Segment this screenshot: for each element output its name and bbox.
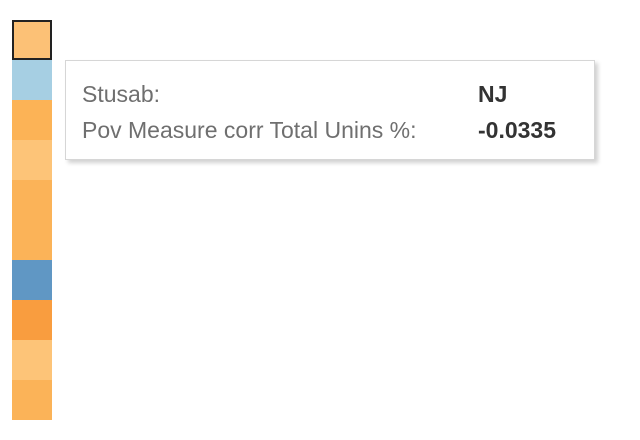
heatmap-cell[interactable] xyxy=(12,140,52,180)
heatmap-cell[interactable] xyxy=(12,380,52,420)
tooltip-label-stusab: Stusab: xyxy=(82,81,160,107)
heatmap-cell[interactable] xyxy=(12,20,52,60)
tooltip-value-pov-measure: -0.0335 xyxy=(478,117,557,143)
tooltip-row-pov-measure: Pov Measure corr Total Unins %: -0.0335 xyxy=(82,116,556,144)
heatmap-cell[interactable] xyxy=(12,260,52,300)
tooltip-row-stusab: Stusab: NJ xyxy=(82,80,507,108)
heatmap-cell[interactable] xyxy=(12,180,52,220)
heatmap-cell[interactable] xyxy=(12,340,52,380)
heatmap-strip xyxy=(12,20,52,420)
heatmap-cell[interactable] xyxy=(12,100,52,140)
heatmap-cell[interactable] xyxy=(12,220,52,260)
tooltip-label-pov-measure: Pov Measure corr Total Unins %: xyxy=(82,117,417,143)
tooltip: Stusab: NJ Pov Measure corr Total Unins … xyxy=(65,60,595,160)
heatmap-cell[interactable] xyxy=(12,300,52,340)
tooltip-value-stusab: NJ xyxy=(478,81,508,107)
heatmap-cell[interactable] xyxy=(12,60,52,100)
